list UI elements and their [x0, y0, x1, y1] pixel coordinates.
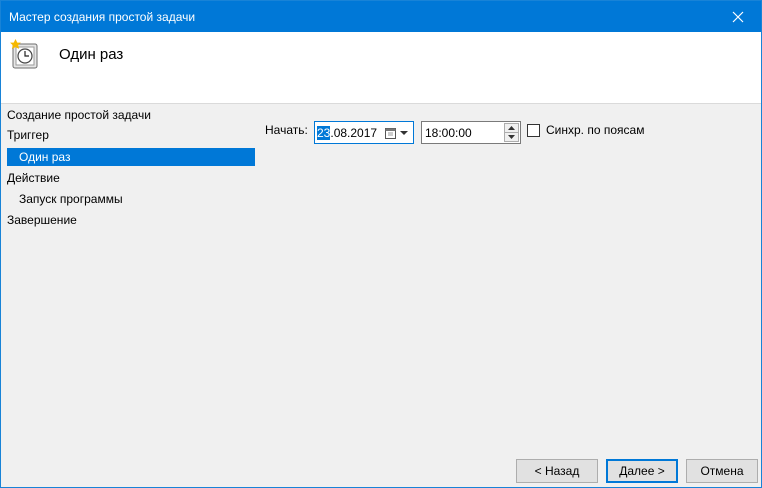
- task-scheduler-icon: [9, 38, 41, 70]
- calendar-icon: [385, 128, 396, 139]
- close-button[interactable]: [715, 1, 761, 32]
- time-spin-down-button[interactable]: [504, 132, 519, 142]
- step-trigger[interactable]: Триггер: [7, 126, 49, 144]
- start-time-value: 18:00:00: [425, 126, 472, 140]
- start-date-picker[interactable]: 23.08.2017: [314, 121, 414, 144]
- start-label: Начать:: [265, 123, 308, 137]
- sync-timezones-label: Синхр. по поясам: [546, 123, 645, 137]
- step-create-task[interactable]: Создание простой задачи: [7, 106, 151, 124]
- wizard-header: Один раз: [1, 32, 761, 104]
- date-day-selected: 23: [317, 126, 331, 140]
- close-icon: [732, 11, 744, 22]
- cancel-button[interactable]: Отмена: [686, 459, 758, 483]
- sync-timezones-option[interactable]: Синхр. по поясам: [527, 123, 644, 137]
- spin-up-icon: [508, 126, 515, 130]
- sync-timezones-checkbox[interactable]: [527, 123, 540, 137]
- back-button[interactable]: < Назад: [516, 459, 598, 483]
- start-date-value: 23.08.2017: [317, 126, 377, 140]
- spin-down-icon: [508, 135, 515, 139]
- date-rest: .08.2017: [330, 126, 378, 140]
- title-bar[interactable]: Мастер создания простой задачи: [1, 1, 761, 32]
- step-action[interactable]: Действие: [7, 169, 60, 187]
- wizard-window: Мастер создания простой задачи Один раз …: [0, 0, 762, 488]
- step-start-program[interactable]: Запуск программы: [19, 190, 123, 208]
- page-title: Один раз: [59, 46, 124, 63]
- trigger-settings: Начать: 23.08.2017 18:00:00 Синхр. по по…: [257, 105, 761, 455]
- step-finish[interactable]: Завершение: [7, 211, 77, 229]
- start-time-field[interactable]: 18:00:00: [421, 121, 521, 144]
- window-title: Мастер создания простой задачи: [9, 10, 196, 24]
- step-one-time[interactable]: Один раз: [7, 148, 255, 166]
- chevron-down-icon: [400, 131, 408, 135]
- calendar-dropdown-button[interactable]: [385, 125, 411, 141]
- next-button[interactable]: Далее >: [606, 459, 678, 483]
